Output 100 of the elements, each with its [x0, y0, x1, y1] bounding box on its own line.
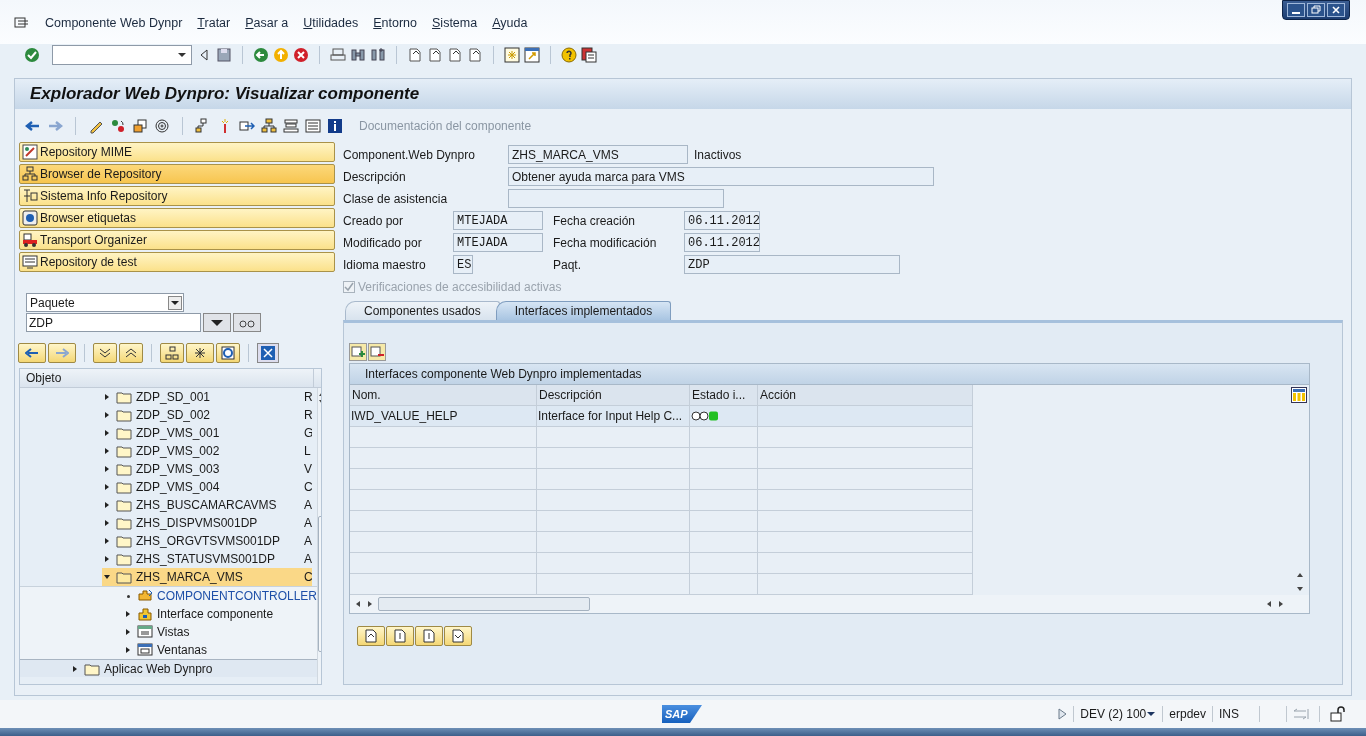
star-button[interactable] — [186, 343, 214, 363]
tree-row[interactable]: ZDP_VMS_004 C — [102, 478, 312, 496]
help-icon[interactable] — [561, 47, 577, 63]
column-header[interactable]: Nom. — [350, 385, 537, 405]
activate-icon[interactable] — [110, 117, 126, 134]
nav-button[interactable]: Repository de test — [19, 252, 335, 272]
system-info[interactable]: DEV (2) 100 — [1080, 705, 1147, 723]
save-icon[interactable] — [216, 47, 232, 63]
component-field[interactable]: ZHS_MARCA_VMS — [508, 145, 688, 164]
window-icon[interactable] — [504, 47, 520, 63]
check-icon[interactable] — [24, 47, 40, 63]
tab[interactable]: Interfaces implementados — [495, 301, 672, 320]
info-icon[interactable] — [327, 117, 343, 134]
hierarchy-button[interactable] — [160, 343, 184, 363]
menu-item[interactable]: Componente Web Dynpr — [45, 13, 183, 33]
spiral-icon[interactable] — [154, 117, 170, 134]
list-icon[interactable] — [305, 117, 321, 134]
truck-icon[interactable] — [22, 232, 38, 248]
tree-row[interactable]: COMPONENTCONTROLLER — [20, 587, 317, 605]
tree-row[interactable]: ZHS_STATUSVMS001DP A — [102, 550, 312, 568]
monitor-icon[interactable] — [22, 254, 38, 270]
stack-icon[interactable] — [283, 117, 299, 134]
menu-item[interactable]: Ayuda — [492, 13, 528, 33]
tree-row[interactable]: ZHS_MARCA_VMS C — [102, 568, 312, 586]
lock-icon[interactable] — [1330, 706, 1346, 722]
column-header[interactable]: Acción — [758, 385, 973, 405]
menu-item[interactable]: Tratar — [197, 13, 231, 33]
object-icon[interactable] — [132, 117, 148, 134]
page-icon[interactable] — [447, 47, 463, 63]
column-header[interactable]: Descripción — [537, 385, 690, 405]
nav-button[interactable]: Browser de Repository — [19, 164, 335, 184]
cancel-icon[interactable] — [293, 47, 309, 63]
dropdown-arrow-icon[interactable] — [177, 50, 187, 60]
text-field[interactable]: MTEJADA — [453, 233, 543, 252]
close-icon[interactable] — [257, 343, 279, 363]
expand-button[interactable] — [93, 343, 117, 363]
page-icon[interactable] — [467, 47, 483, 63]
menu-item[interactable]: Utilidades — [303, 13, 359, 33]
page-icon[interactable] — [427, 47, 443, 63]
page-button[interactable] — [386, 626, 414, 646]
scroll-up-icon[interactable] — [1296, 571, 1304, 579]
page-button[interactable] — [444, 626, 472, 646]
column-header[interactable]: Estado i... — [690, 385, 758, 405]
command-field[interactable] — [52, 45, 192, 65]
page-button[interactable] — [415, 626, 443, 646]
collapse-button[interactable] — [119, 343, 143, 363]
tree-row[interactable]: ZDP_SD_002 R — [102, 406, 312, 424]
page-button[interactable] — [357, 626, 385, 646]
tree-row[interactable]: ZHS_ORGVTSVMS001DP A — [102, 532, 312, 550]
nav-button[interactable]: Repository MIME — [19, 142, 335, 162]
columns-icon[interactable] — [1291, 387, 1307, 403]
scroll-down-icon[interactable] — [1296, 585, 1304, 593]
menu-item[interactable]: Pasar a — [245, 13, 289, 33]
glasses-icon[interactable] — [233, 313, 261, 332]
menu-item[interactable]: Entorno — [373, 13, 417, 33]
back-button[interactable] — [18, 343, 46, 363]
tree-row[interactable]: Ventanas — [20, 641, 317, 659]
window-icon[interactable] — [524, 47, 540, 63]
binoculars-icon[interactable] — [370, 47, 386, 63]
tree-row[interactable]: ZHS_BUSCAMARCAVMS A — [102, 496, 312, 514]
scroll-left-icon[interactable] — [1265, 600, 1273, 608]
delete-row-icon[interactable] — [368, 343, 386, 361]
page-icon[interactable] — [407, 47, 423, 63]
tools-icon[interactable] — [22, 188, 38, 204]
scroll-left-icon[interactable] — [354, 600, 362, 608]
add-row-icon[interactable] — [349, 343, 367, 361]
binoculars-icon[interactable] — [350, 47, 366, 63]
scroll-right-icon[interactable] — [1277, 600, 1285, 608]
nav-button[interactable]: Sistema Info Repository — [19, 186, 335, 206]
restore-icon[interactable] — [1307, 3, 1325, 17]
tree-row[interactable]: ZDP_VMS_003 V — [102, 460, 312, 478]
tag-icon[interactable] — [22, 210, 38, 226]
tree-item-label[interactable]: COMPONENTCONTROLLER — [157, 587, 317, 605]
text-field[interactable]: ES — [453, 255, 473, 274]
layout-icon[interactable] — [581, 47, 597, 63]
text-field[interactable]: ZDP — [684, 255, 900, 274]
object-name-field[interactable]: ZDP — [26, 313, 201, 332]
hierarchy-icon[interactable] — [22, 166, 38, 182]
minimize-icon[interactable] — [1287, 3, 1305, 17]
tab[interactable]: Componentes usados — [345, 301, 500, 320]
text-field[interactable]: MTEJADA — [453, 211, 543, 230]
nav-button[interactable]: Browser etiquetas — [19, 208, 335, 228]
tree-row[interactable]: ZHS_DISPVMS001DP A — [102, 514, 312, 532]
tree-row[interactable]: Interface componente — [20, 605, 317, 623]
hierarchy-icon[interactable] — [261, 117, 277, 134]
tree-row[interactable]: ZDP_VMS_001 G — [102, 424, 312, 442]
text-field[interactable]: 06.11.2012 — [684, 233, 760, 252]
back-icon[interactable] — [253, 47, 269, 63]
tree-row[interactable]: ZDP_VMS_002 L — [102, 442, 312, 460]
dropdown-arrow-icon[interactable] — [1146, 709, 1157, 719]
menu-icon[interactable] — [14, 15, 30, 31]
tree-row[interactable]: ZDP_SD_001 R — [102, 388, 312, 406]
menu-item[interactable]: Sistema — [432, 13, 478, 33]
close-icon[interactable] — [1327, 3, 1345, 17]
forward-button[interactable] — [48, 343, 76, 363]
play-icon[interactable] — [1057, 708, 1068, 720]
text-field[interactable]: 06.11.2012 — [684, 211, 760, 230]
object-type-dropdown[interactable]: Paquete — [26, 293, 184, 312]
text-field[interactable] — [508, 189, 724, 208]
pencil-icon[interactable] — [22, 144, 38, 160]
